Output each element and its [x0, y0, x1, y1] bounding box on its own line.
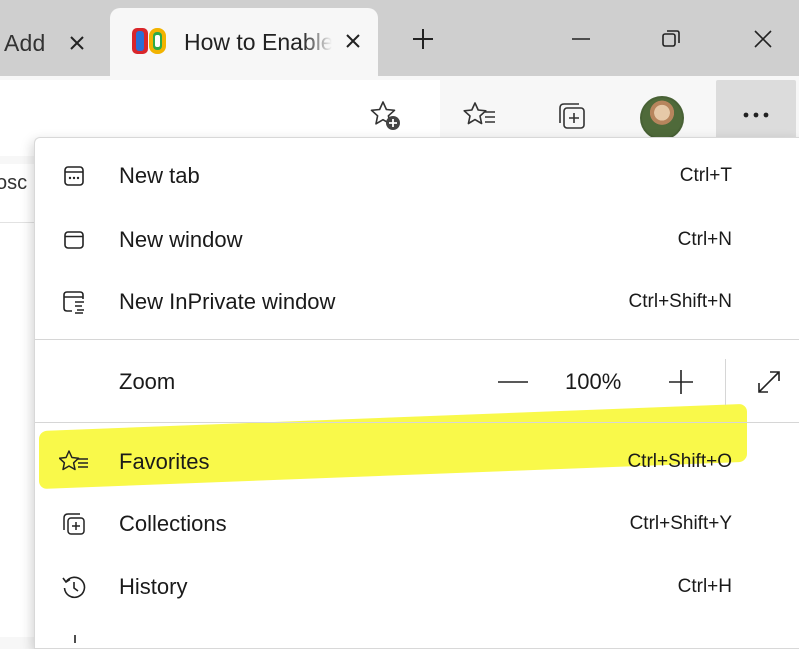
menu-separator: [35, 422, 799, 423]
menu-separator: [35, 339, 799, 340]
fullscreen-icon[interactable]: [749, 362, 789, 402]
more-icon: [741, 107, 771, 125]
star-add-icon: [369, 99, 403, 138]
menu-item-zoom: Zoom 100%: [35, 350, 799, 414]
favorites-bar-item[interactable]: osc: [0, 172, 27, 195]
close-icon[interactable]: [62, 28, 92, 58]
menu-item-shortcut: Ctrl+T: [679, 165, 732, 186]
menu-item-label: New InPrivate window: [119, 289, 336, 314]
close-icon: [752, 28, 774, 55]
new-tab-icon: [59, 161, 89, 191]
tab-add[interactable]: Add: [0, 10, 108, 76]
new-tab-button[interactable]: [400, 18, 446, 64]
menu-item-shortcut: Ctrl+Shift+Y: [629, 513, 732, 534]
history-icon: [59, 572, 89, 602]
zoom-divider: [725, 359, 726, 405]
zoom-out-button[interactable]: [493, 362, 533, 402]
tab-title: How to Enable: [184, 29, 332, 55]
menu-item-shortcut: Ctrl+H: [677, 576, 732, 597]
zoom-value: 100%: [565, 369, 622, 394]
menu-item-label: History: [119, 574, 188, 599]
minimize-icon: [570, 28, 592, 55]
minimize-button[interactable]: [558, 18, 604, 64]
menu-item-label: Collections: [119, 511, 227, 536]
menu-item-label: Favorites: [119, 449, 210, 474]
menu-item-new-inprivate-window[interactable]: New InPrivate window Ctrl+Shift+N: [35, 271, 799, 333]
favorites-icon: [59, 447, 89, 477]
avatar: [640, 96, 684, 140]
menu-item-label: New window: [119, 227, 243, 252]
collections-icon: [555, 99, 589, 138]
restore-icon: [660, 28, 682, 55]
close-icon[interactable]: [338, 26, 368, 56]
new-window-icon: [59, 225, 89, 255]
favorites-icon: [463, 99, 497, 138]
menu-item-new-tab[interactable]: New tab Ctrl+T: [35, 145, 799, 207]
zoom-label: Zoom: [119, 369, 176, 394]
site-favicon-icon: [132, 26, 166, 56]
inprivate-icon: [59, 287, 89, 317]
menu-item-favorites[interactable]: Favorites Ctrl+Shift+O: [35, 431, 799, 493]
collections-icon: [59, 509, 89, 539]
close-window-button[interactable]: [740, 18, 786, 64]
plus-icon: [411, 27, 435, 56]
menu-item-shortcut: Ctrl+Shift+N: [628, 291, 732, 312]
menu-item-shortcut: Ctrl+N: [677, 229, 732, 250]
restore-button[interactable]: [648, 18, 694, 64]
menu-item-history[interactable]: History Ctrl+H: [35, 556, 799, 618]
tab-title: Add: [4, 29, 46, 56]
menu-item-label: New tab: [119, 163, 200, 188]
tab-active[interactable]: How to Enable: [110, 8, 378, 76]
zoom-in-button[interactable]: [661, 362, 701, 402]
menu-item-collections[interactable]: Collections Ctrl+Shift+Y: [35, 493, 799, 555]
settings-menu: New tab Ctrl+T New window Ctrl+N New InP…: [34, 137, 799, 649]
tab-strip: Add How to Enable: [0, 0, 799, 76]
menu-item-new-window[interactable]: New window Ctrl+N: [35, 209, 799, 271]
menu-item-shortcut: Ctrl+Shift+O: [627, 451, 732, 472]
